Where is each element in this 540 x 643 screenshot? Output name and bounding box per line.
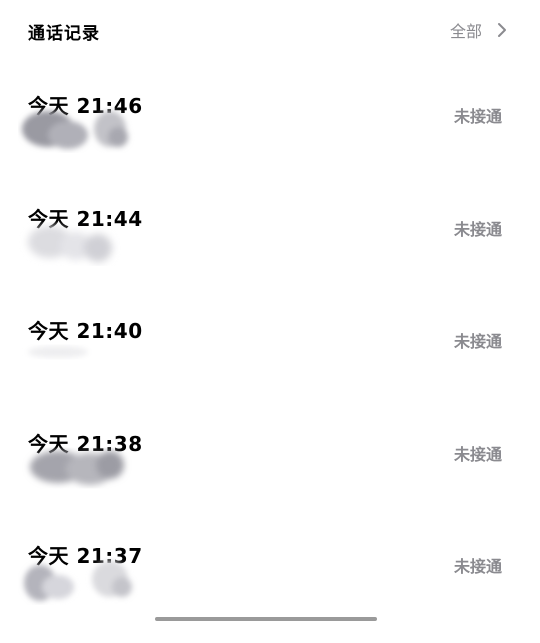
call-log-item[interactable]: 今天 21:44 未接通 xyxy=(0,206,540,306)
call-log-item[interactable]: 今天 21:40 未接通 xyxy=(0,318,540,418)
call-status: 未接通 xyxy=(453,445,502,464)
call-log-item[interactable]: 今天 21:37 未接通 xyxy=(0,543,540,643)
call-time: 今天 21:40 xyxy=(28,319,143,343)
chevron-right-icon xyxy=(498,23,506,37)
call-time: 今天 21:46 xyxy=(28,94,143,118)
call-log-item[interactable]: 今天 21:46 未接通 xyxy=(0,93,540,193)
view-all-button[interactable]: 全部 xyxy=(450,18,510,42)
call-status: 未接通 xyxy=(453,332,502,351)
call-time: 今天 21:37 xyxy=(28,544,143,568)
call-log-header: 通话记录 全部 xyxy=(0,0,540,62)
call-status: 未接通 xyxy=(453,220,502,239)
page-title: 通话记录 xyxy=(28,24,100,44)
home-indicator[interactable] xyxy=(155,617,377,621)
call-status: 未接通 xyxy=(453,107,502,126)
call-status: 未接通 xyxy=(453,557,502,576)
view-all-label: 全部 xyxy=(449,22,482,41)
call-time: 今天 21:38 xyxy=(28,432,143,456)
call-log-item[interactable]: 今天 21:38 未接通 xyxy=(0,431,540,531)
call-time: 今天 21:44 xyxy=(28,207,143,231)
